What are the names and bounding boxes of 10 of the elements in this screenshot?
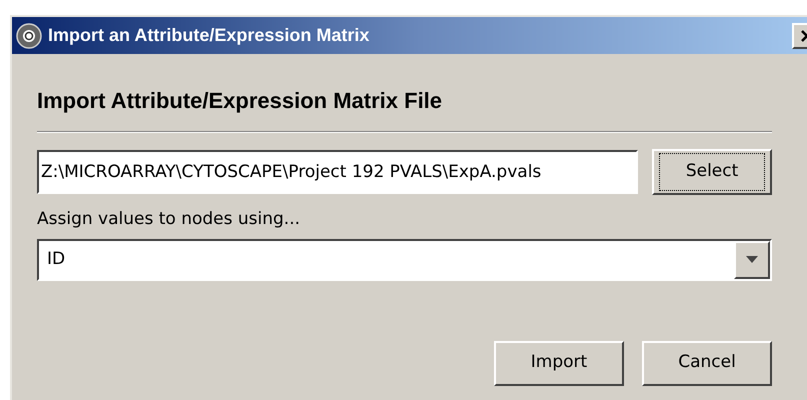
assign-label: Assign values to nodes using...	[37, 208, 302, 231]
app-icon	[16, 22, 42, 48]
dialog-heading: Import Attribute/Expression Matrix File	[37, 87, 444, 115]
node-id-dropdown[interactable]: ID	[37, 238, 772, 280]
file-path-field[interactable]: Z:\MICROARRAY\CYTOSCAPE\Project 192 PVALS\ExpA.pvals	[37, 150, 638, 194]
dropdown-arrow-icon	[746, 256, 758, 263]
dialog-button[interactable]: Import	[494, 340, 624, 386]
window-title: Import an Attribute/Expression Matrix	[48, 24, 370, 47]
select-button[interactable]: Select	[652, 149, 772, 195]
dialog-button[interactable]: Cancel	[642, 340, 772, 386]
